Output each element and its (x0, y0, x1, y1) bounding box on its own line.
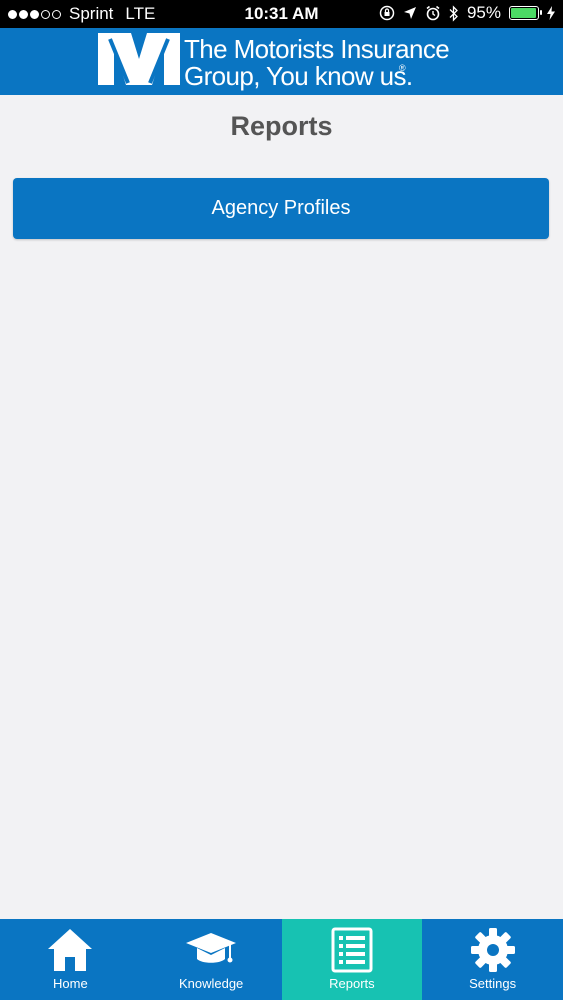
tab-knowledge[interactable]: Knowledge (141, 919, 282, 1000)
battery-icon (509, 6, 542, 20)
company-logo: The Motorists Insurance Group, You know … (98, 33, 468, 91)
agency-profiles-label: Agency Profiles (211, 197, 351, 219)
app-header: The Motorists Insurance Group, You know … (0, 28, 563, 95)
tab-reports-label: Reports (329, 976, 375, 991)
alarm-icon (426, 5, 440, 21)
logo-text-line2: Group, You know us. (184, 61, 413, 91)
graduation-cap-icon (186, 933, 237, 963)
tab-reports[interactable]: Reports (281, 919, 423, 1000)
bluetooth-icon (449, 4, 458, 22)
tab-home[interactable]: Home (0, 919, 141, 1000)
lock-rotation-icon (379, 5, 395, 21)
tab-bar: Home Knowledge Reports Settings (0, 919, 563, 1000)
tab-settings[interactable]: Settings (422, 919, 563, 1000)
logo-m-icon (98, 33, 180, 85)
home-icon (48, 929, 93, 971)
page-title: Reports (230, 111, 333, 141)
agency-profiles-button[interactable]: Agency Profiles (13, 178, 549, 239)
logo-registered-mark: ® (399, 63, 406, 73)
tab-home-label: Home (53, 976, 88, 991)
reports-icon (331, 927, 373, 973)
status-bar: Sprint LTE 10:31 AM 95% (0, 0, 563, 28)
status-right: 95% (379, 3, 555, 23)
tab-knowledge-label: Knowledge (178, 976, 244, 991)
tab-settings-label: Settings (469, 976, 517, 991)
location-icon (403, 7, 416, 19)
gear-icon (470, 928, 515, 972)
battery-percent: 95% (466, 3, 501, 22)
charging-icon (547, 6, 555, 20)
